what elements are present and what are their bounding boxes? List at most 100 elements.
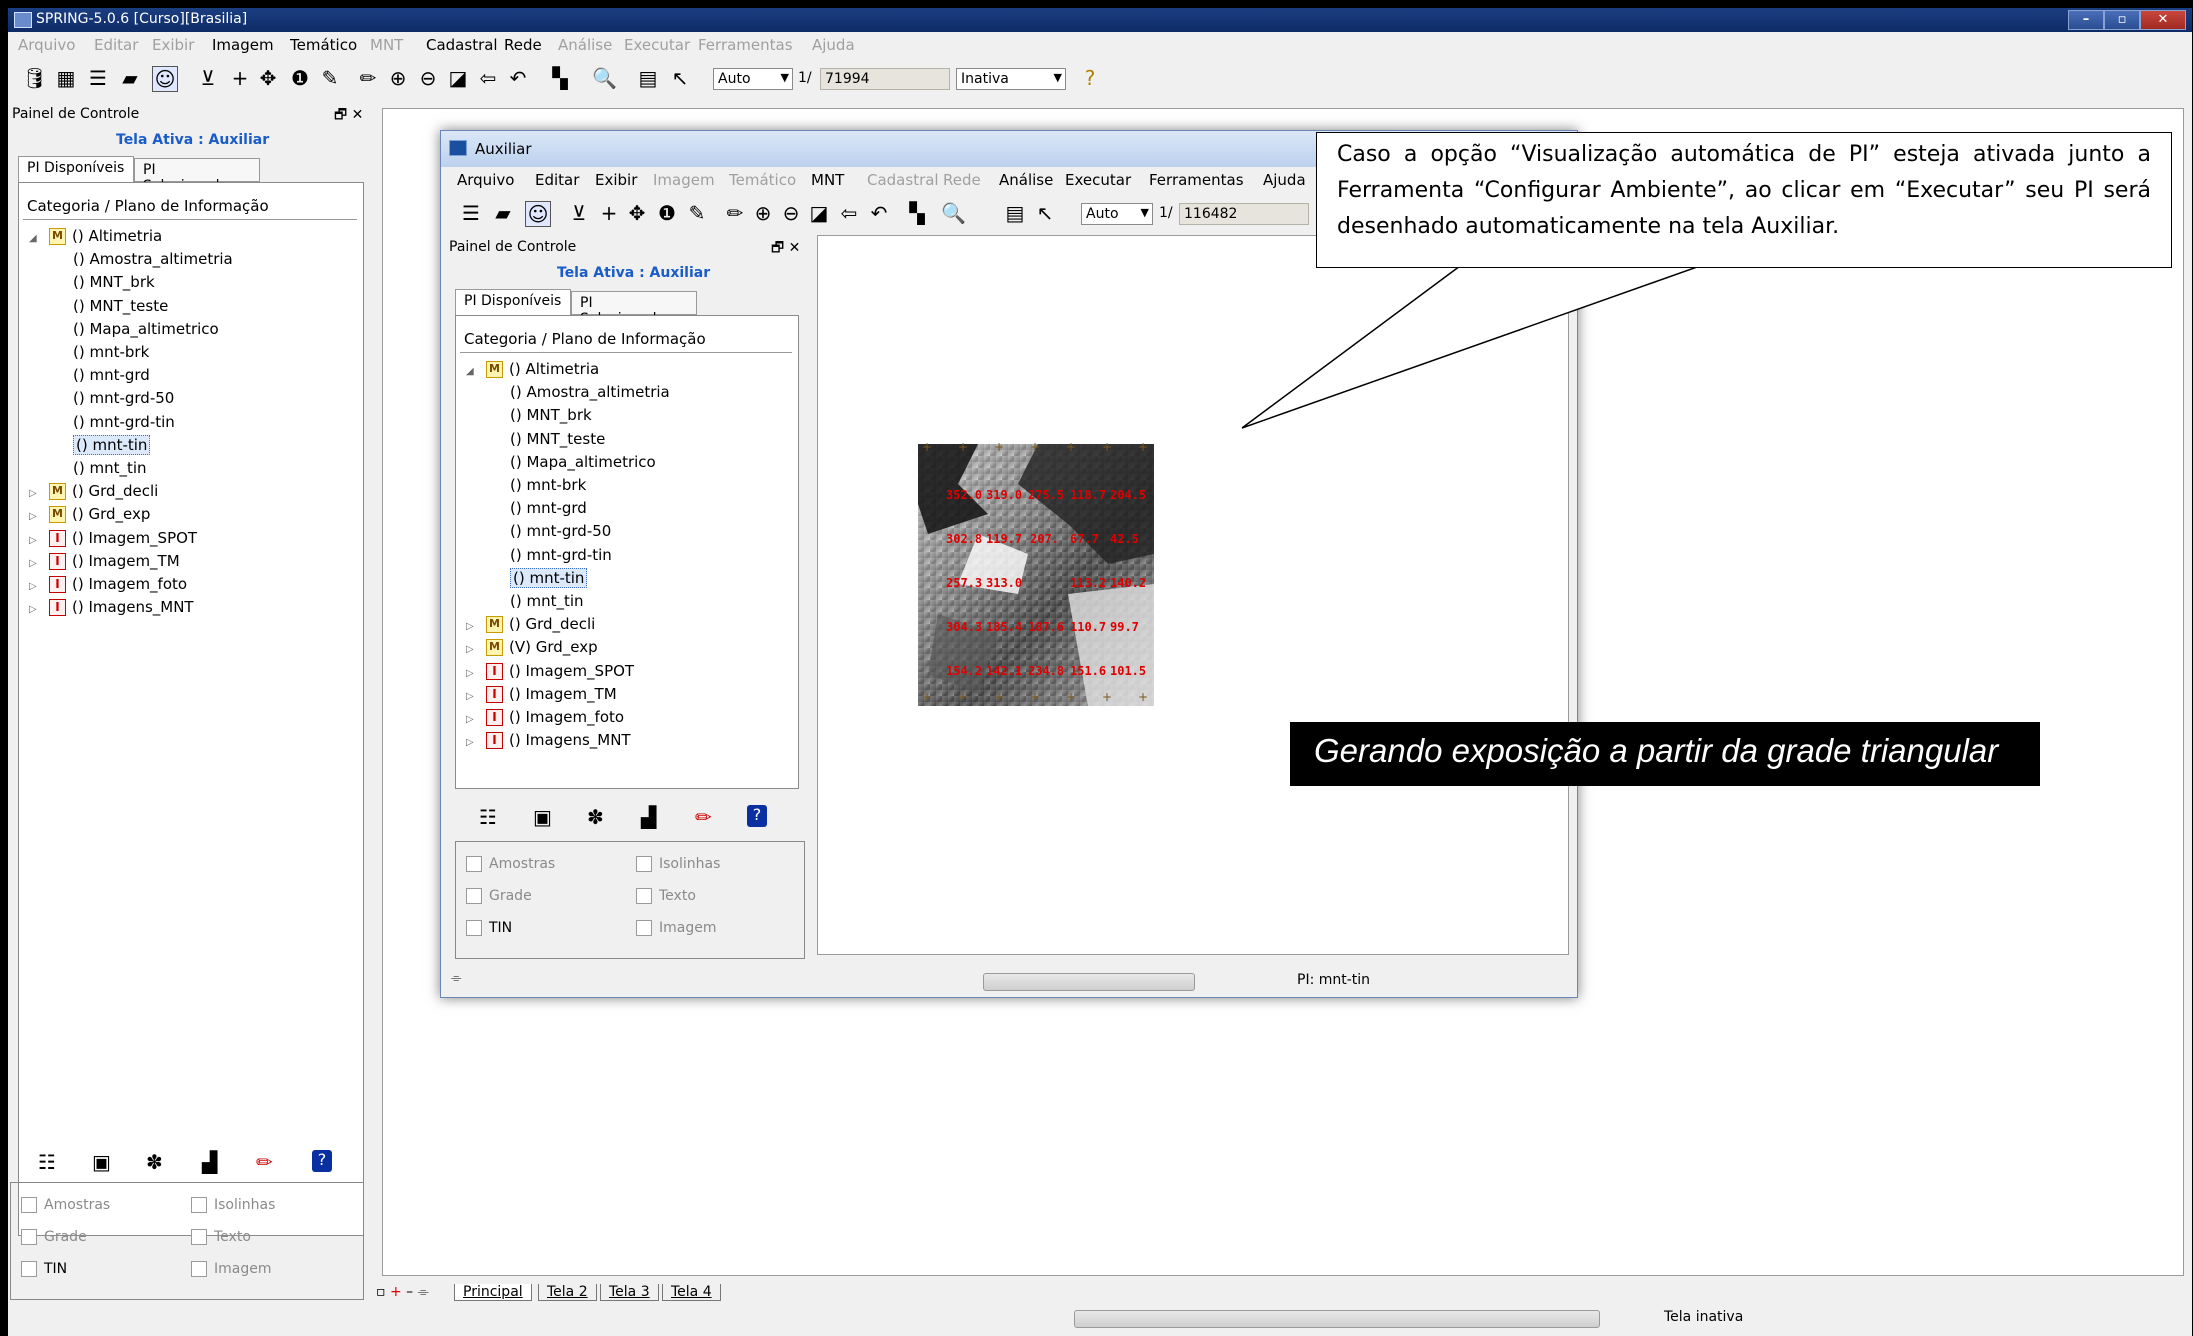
checkbox-isolinhas[interactable]: Isolinhas xyxy=(636,856,720,872)
zoom-out-icon[interactable]: ⊖ xyxy=(779,201,803,225)
tree-item-imagens-mnt[interactable]: ▷ I () Imagens_MNT xyxy=(29,598,194,617)
back-icon[interactable]: ⇦ xyxy=(837,201,861,225)
tree-item-mnt-grd-50[interactable]: () mnt-grd-50 xyxy=(73,389,174,407)
checkbox-box[interactable] xyxy=(191,1229,207,1245)
maximize-button[interactable]: ▫ xyxy=(2104,10,2140,30)
checkbox-box[interactable] xyxy=(466,856,482,872)
checkbox-isolinhas[interactable]: Isolinhas xyxy=(191,1197,275,1213)
info-icon[interactable]: ❶ xyxy=(655,201,679,225)
frame-icon[interactable]: ▤ xyxy=(1003,201,1027,225)
checkbox-box[interactable] xyxy=(191,1197,207,1213)
aux-menu-editar[interactable]: Editar xyxy=(535,171,579,189)
tree-item-mnt-tin[interactable]: () mnt_tin xyxy=(73,459,147,477)
menu-ferramentas[interactable]: Ferramentas xyxy=(698,36,793,54)
menu-an-lise[interactable]: Análise xyxy=(558,36,612,54)
tree-item-mnt-grd-tin[interactable]: () mnt-grd-tin xyxy=(510,546,612,564)
zoom-in-icon[interactable]: ⊕ xyxy=(751,201,775,225)
tree-item-mnt-grd-50[interactable]: () mnt-grd-50 xyxy=(510,522,611,540)
help-icon[interactable]: ? xyxy=(1078,66,1102,90)
pan-icon[interactable]: ✥ xyxy=(256,66,280,90)
aux-menu-imagem[interactable]: Imagem xyxy=(653,171,715,189)
aux-menu-exibir[interactable]: Exibir xyxy=(595,171,637,189)
checkbox-box[interactable] xyxy=(21,1197,37,1213)
aux-scale-input[interactable]: 116482 xyxy=(1179,203,1309,225)
tree-item-grd-decli[interactable]: ▷ M () Grd_decli xyxy=(466,615,595,634)
expand-icon[interactable]: ▷ xyxy=(29,581,41,592)
float-panel-button[interactable]: 🗗 ✕ xyxy=(334,104,363,128)
style-icon[interactable]: ✽ xyxy=(146,1150,163,1174)
checkbox-grade[interactable]: Grade xyxy=(21,1229,87,1245)
pencil-icon[interactable]: ✏ xyxy=(356,66,380,90)
layers-icon[interactable]: ☰ xyxy=(459,201,483,225)
scale-input[interactable]: 71994 xyxy=(820,68,950,90)
tab-tela-3[interactable]: Tela 3 xyxy=(600,1284,659,1301)
magnifier-icon[interactable]: 🔍 xyxy=(941,201,966,225)
expand-icon[interactable]: ▷ xyxy=(29,511,41,522)
grid-icon[interactable]: ▚ xyxy=(548,66,572,90)
menu-tem-tico[interactable]: Temático xyxy=(290,36,357,54)
aux-tab-pi-selecionados[interactable]: PI Selecionados xyxy=(571,291,697,327)
menu-imagem[interactable]: Imagem xyxy=(212,36,274,54)
help-icon[interactable]: ? xyxy=(312,1150,332,1172)
checkbox-box[interactable] xyxy=(191,1261,207,1277)
pointer-icon[interactable]: ↖ xyxy=(1033,201,1057,225)
main-horizontal-scrollbar[interactable] xyxy=(1074,1310,1600,1328)
list-icon[interactable]: ☷ xyxy=(479,805,497,829)
tree-item-grd-decli[interactable]: ▷ M () Grd_decli xyxy=(29,482,158,501)
info-icon[interactable]: ❶ xyxy=(288,66,312,90)
status-select[interactable]: Inativa ▼ xyxy=(956,68,1066,90)
tree-item-imagem-spot[interactable]: ▷ I () Imagem_SPOT xyxy=(29,529,197,547)
checkbox-texto[interactable]: Texto xyxy=(191,1229,251,1245)
checkbox-imagem[interactable]: Imagem xyxy=(636,920,716,936)
expand-icon[interactable]: ▷ xyxy=(466,668,478,679)
minimize-button[interactable]: – xyxy=(2068,10,2104,30)
tree-item-mnt-tin[interactable]: () mnt-tin xyxy=(510,567,588,588)
display-icon[interactable]: ☺ xyxy=(152,66,178,92)
expand-icon[interactable]: ▷ xyxy=(466,691,478,702)
tree-item-mapa-altimetrico[interactable]: () Mapa_altimetrico xyxy=(510,453,656,471)
aux-menu-executar[interactable]: Executar xyxy=(1065,171,1131,189)
pan-icon[interactable]: ✥ xyxy=(625,201,649,225)
help-icon[interactable]: ? xyxy=(747,805,767,827)
expand-icon[interactable]: ▷ xyxy=(29,604,41,615)
tree-item-grd-exp[interactable]: ▷ M () Grd_exp xyxy=(29,505,150,524)
menu-arquivo[interactable]: Arquivo xyxy=(18,36,75,54)
pencil-icon[interactable]: ✏ xyxy=(723,201,747,225)
style-icon[interactable]: ✽ xyxy=(587,805,604,829)
aux-tab-pi-disponiveis[interactable]: PI Disponíveis xyxy=(455,289,571,315)
checkbox-box[interactable] xyxy=(636,856,652,872)
tree-item-mapa-altimetrico[interactable]: () Mapa_altimetrico xyxy=(73,320,219,338)
menu-exibir[interactable]: Exibir xyxy=(152,36,194,54)
expand-icon[interactable]: ▷ xyxy=(466,644,478,655)
checkbox-box[interactable] xyxy=(466,920,482,936)
preview-icon[interactable]: ▣ xyxy=(533,805,552,829)
draw-icon[interactable]: ▰ xyxy=(118,66,142,90)
tree-item-amostra-altimetria[interactable]: () Amostra_altimetria xyxy=(510,383,670,401)
collapse-icon[interactable]: ◢ xyxy=(466,366,478,377)
checkbox-amostras[interactable]: Amostras xyxy=(21,1197,110,1213)
close-button[interactable]: ✕ xyxy=(2140,10,2186,30)
tree-item-mnt-grd-tin[interactable]: () mnt-grd-tin xyxy=(73,413,175,431)
expand-icon[interactable]: ▷ xyxy=(466,621,478,632)
tree-item-mnt-brk[interactable]: () mnt-brk xyxy=(510,476,586,494)
edit-icon[interactable]: ✏ xyxy=(695,805,712,829)
tool-icon[interactable]: ✎ xyxy=(318,66,342,90)
zoom-out-icon[interactable]: ⊖ xyxy=(416,66,440,90)
tool-icon[interactable]: ✎ xyxy=(685,201,709,225)
checkbox-amostras[interactable]: Amostras xyxy=(466,856,555,872)
tree-item-imagem-tm[interactable]: ▷ I () Imagem_TM xyxy=(466,685,617,703)
checkbox-box[interactable] xyxy=(21,1229,37,1245)
aux-horizontal-scrollbar[interactable] xyxy=(983,973,1195,991)
back-icon[interactable]: ⇦ xyxy=(476,66,500,90)
menu-cadastral[interactable]: Cadastral xyxy=(426,36,498,54)
menu-editar[interactable]: Editar xyxy=(94,36,138,54)
checkbox-imagem[interactable]: Imagem xyxy=(191,1261,271,1277)
add-icon[interactable]: + xyxy=(597,201,621,225)
tab-pi-selecionados[interactable]: PI Selecionados xyxy=(134,158,260,194)
frame-icon[interactable]: ▤ xyxy=(636,66,660,90)
zoom-area-icon[interactable]: ◪ xyxy=(446,66,470,90)
preview-icon[interactable]: ▣ xyxy=(92,1150,111,1174)
checkbox-grade[interactable]: Grade xyxy=(466,888,532,904)
checkbox-tin[interactable]: TIN xyxy=(466,920,512,936)
tree-item-mnt-brk[interactable]: () MNT_brk xyxy=(510,406,592,424)
